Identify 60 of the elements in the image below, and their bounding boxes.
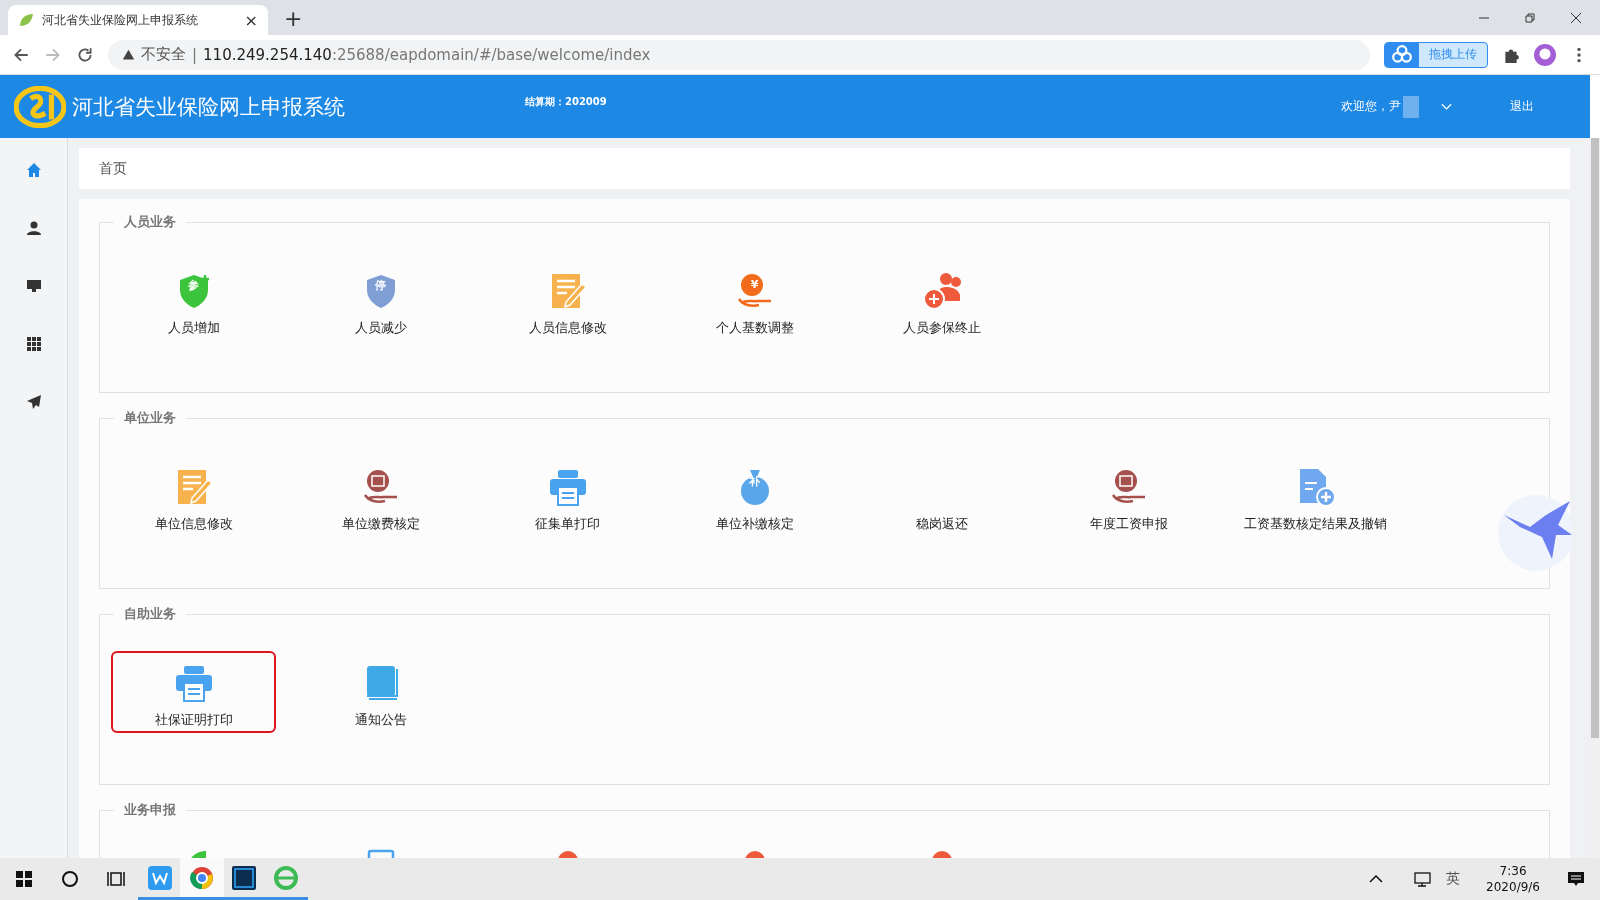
icon-glyph: ¥	[749, 278, 760, 291]
w-app-icon[interactable]	[148, 865, 172, 890]
redaction-block	[1403, 95, 1419, 118]
service-button[interactable]: 单位缴费核定	[298, 455, 463, 537]
section-title: 业务申报	[123, 801, 177, 819]
input-method-indicator[interactable]: 英	[1446, 870, 1461, 888]
windows-icon[interactable]	[14, 869, 34, 889]
bird-icon[interactable]	[1496, 493, 1576, 573]
user-icon[interactable]	[25, 220, 42, 236]
home-icon[interactable]	[25, 162, 42, 178]
square-app-icon[interactable]	[232, 865, 256, 890]
settlement-period: 结算期：202009	[525, 95, 607, 109]
printer-icon	[173, 663, 214, 703]
section-title: 人员业务	[123, 213, 177, 231]
paper-plane-icon[interactable]	[25, 394, 42, 410]
service-button[interactable]: 人员信息修改	[485, 259, 650, 341]
reload-icon[interactable]	[76, 45, 94, 64]
grid-icon[interactable]	[25, 336, 42, 352]
service-button[interactable]: 稳岗返还	[859, 455, 1024, 537]
service-button[interactable]: 年度工资申报	[1046, 455, 1211, 537]
close-tab-button[interactable]: ×	[244, 10, 258, 30]
icon-glyph: 停	[374, 278, 387, 293]
search-icon[interactable]	[60, 869, 80, 889]
clock-time[interactable]: 7:36	[1499, 864, 1527, 878]
chevron-down-icon[interactable]	[1441, 102, 1452, 111]
logout-link[interactable]: 退出	[1510, 98, 1534, 115]
clock-date[interactable]: 2020/9/6	[1486, 880, 1540, 894]
cloud-icon	[1385, 42, 1419, 67]
icon-glyph: 参	[187, 278, 200, 293]
service-button[interactable]: 征集单打印	[485, 455, 650, 537]
logo-icon	[14, 85, 66, 128]
section-title: 单位业务	[123, 409, 177, 427]
network-icon[interactable]	[1412, 869, 1433, 889]
service-button[interactable]: 参 人员增加	[111, 259, 276, 341]
scroll-bar[interactable]	[1590, 138, 1600, 858]
warning-icon	[122, 48, 135, 61]
service-button[interactable]: 人员参保终止	[859, 259, 1024, 341]
icon-glyph: 补	[748, 474, 761, 489]
avatar-icon[interactable]	[1534, 43, 1556, 66]
address-field[interactable]: 不安全 | 110.249.254.140:25688/eapdomain/#/base/welcome/index	[108, 39, 1370, 70]
service-button[interactable]: 社保证明打印	[111, 651, 276, 733]
leaf-icon	[18, 12, 34, 28]
service-button[interactable]: 停 人员减少	[298, 259, 463, 341]
service-button[interactable]: 工资基数核定结果及撤销	[1233, 455, 1398, 537]
restore-icon[interactable]	[1524, 11, 1536, 24]
task-view-icon[interactable]	[106, 869, 126, 889]
system-title: 河北省失业保险网上申报系统	[72, 93, 345, 121]
service-button[interactable]: 通知公告	[298, 651, 463, 733]
monitor-icon[interactable]	[25, 278, 42, 294]
printer-icon	[547, 467, 588, 507]
new-tab-button[interactable]: +	[284, 6, 303, 31]
browser-icon[interactable]	[190, 865, 214, 890]
service-button[interactable]: 补 单位补缴核定	[672, 455, 837, 537]
welcome-text: 欢迎您，尹	[1341, 98, 1401, 115]
section-title: 自助业务	[123, 605, 177, 623]
service-button[interactable]: ¥ 个人基数调整	[672, 259, 837, 341]
service-button[interactable]: 单位信息修改	[111, 455, 276, 537]
close-icon[interactable]	[1570, 11, 1582, 24]
breadcrumb-link[interactable]: 首页	[99, 159, 127, 178]
browser-tab[interactable]: 河北省失业保险网上申报系统 ×	[8, 5, 268, 35]
